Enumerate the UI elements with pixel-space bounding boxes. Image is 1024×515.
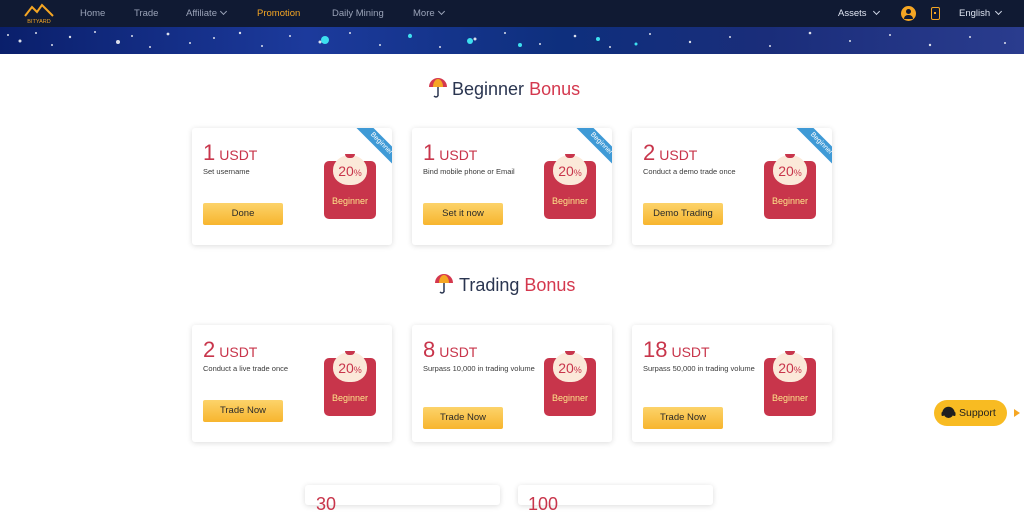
section-title-accent: Bonus <box>524 275 576 295</box>
support-label: Support <box>959 407 996 419</box>
sparkle-decoration <box>7 31 1006 48</box>
red-envelope-icon: 20% Beginner <box>764 351 816 416</box>
bonus-amount-value: 1 <box>423 140 436 165</box>
envelope-label: Beginner <box>331 196 369 206</box>
chevron-down-icon <box>872 7 880 16</box>
bonus-amount: 2 USDT <box>643 140 697 166</box>
language-selector[interactable]: English <box>959 0 1003 27</box>
bonus-amount-unit: USDT <box>219 147 258 163</box>
bonus-amount: 2 USDT <box>203 337 257 363</box>
bonus-amount-value: 8 <box>423 337 436 362</box>
bonus-card: 1 USDT Bind mobile phone or Email Set it … <box>412 128 612 245</box>
bonus-amount-value: 2 <box>643 140 656 165</box>
envelope-label: Beginner <box>771 393 809 403</box>
bonus-amount-partial: 100 <box>528 494 559 514</box>
bonus-description: Surpass 10,000 in trading volume <box>423 364 535 373</box>
red-envelope-icon: 20% Beginner <box>544 351 596 416</box>
bonus-amount-partial: 30 <box>316 494 337 514</box>
red-envelope-icon: 20% Beginner <box>544 154 596 219</box>
bonus-amount-unit: USDT <box>659 147 698 163</box>
assets-label: Assets <box>838 8 867 19</box>
demo-trading-button[interactable]: Demo Trading <box>643 203 723 225</box>
nav-promotion[interactable]: Promotion <box>257 0 300 27</box>
red-envelope-icon: 20% Beginner <box>324 351 376 416</box>
chevron-down-icon <box>219 7 228 16</box>
envelope-percent: 20% <box>778 163 802 179</box>
bonus-amount: 1 USDT <box>203 140 257 166</box>
section-title-main: Trading <box>459 275 520 295</box>
set-it-now-button[interactable]: Set it now <box>423 203 503 225</box>
nav-trade[interactable]: Trade <box>134 0 158 27</box>
bonus-amount-value: 2 <box>203 337 216 362</box>
section-title-trading: Trading Bonus <box>459 275 575 296</box>
chevron-down-icon <box>995 7 1003 16</box>
envelope-percent: 20% <box>558 360 582 376</box>
done-button[interactable]: Done <box>203 203 283 225</box>
envelope-label: Beginner <box>551 196 589 206</box>
bonus-amount: 8 USDT <box>423 337 477 363</box>
red-envelope-icon: 20% Beginner <box>324 154 376 219</box>
trade-now-button[interactable]: Trade Now <box>423 407 503 429</box>
umbrella-icon <box>429 78 447 98</box>
section-title-beginner: Beginner Bonus <box>452 79 580 100</box>
assets-menu[interactable]: Assets <box>838 0 880 27</box>
top-navbar: BITYARD Home Trade Affiliate Promotion D… <box>0 0 1024 27</box>
nav-daily-mining[interactable]: Daily Mining <box>332 0 384 27</box>
bonus-card: 1 USDT Set username Done 20% Beginner Beg… <box>192 128 392 245</box>
bonus-description: Conduct a live trade once <box>203 364 289 373</box>
headset-icon <box>941 406 956 418</box>
umbrella-icon <box>435 274 453 294</box>
section-title-main: Beginner <box>452 79 525 99</box>
bonus-amount-unit: USDT <box>671 344 710 360</box>
envelope-percent: 20% <box>778 360 802 376</box>
section-title-accent: Bonus <box>529 79 581 99</box>
envelope-percent: 20% <box>558 163 582 179</box>
red-envelope-icon: 20% Beginner <box>764 154 816 219</box>
nav-more-label: More <box>413 8 435 19</box>
nav-home[interactable]: Home <box>80 0 105 27</box>
bonus-amount-value: 18 <box>643 337 668 362</box>
bityard-logo[interactable]: BITYARD <box>22 2 56 25</box>
bonus-description: Bind mobile phone or Email <box>423 167 515 176</box>
chevron-down-icon <box>437 7 445 16</box>
mobile-app-icon[interactable] <box>931 7 940 20</box>
nav-affiliate[interactable]: Affiliate <box>186 0 228 27</box>
collapse-arrow-icon[interactable] <box>1014 409 1020 417</box>
bonus-amount-value: 1 <box>203 140 216 165</box>
bonus-card: 8 USDT Surpass 10,000 in trading volume T… <box>412 325 612 442</box>
user-avatar-icon[interactable] <box>901 6 916 21</box>
bonus-description: Surpass 50,000 in trading volume <box>643 364 755 373</box>
bonus-amount-unit: USDT <box>439 344 478 360</box>
promo-banner-strip <box>0 27 1024 54</box>
bonus-amount: 18 USDT <box>643 337 710 363</box>
bonus-card: 18 USDT Surpass 50,000 in trading volume … <box>632 325 832 442</box>
envelope-percent: 20% <box>338 163 362 179</box>
bonus-description: Set username <box>203 167 250 176</box>
nav-affiliate-label: Affiliate <box>186 8 217 19</box>
trade-now-button[interactable]: Trade Now <box>203 400 283 422</box>
bonus-amount-unit: USDT <box>439 147 478 163</box>
bonus-description: Conduct a demo trade once <box>643 167 736 176</box>
language-label: English <box>959 8 991 19</box>
envelope-label: Beginner <box>551 393 589 403</box>
trade-now-button[interactable]: Trade Now <box>643 407 723 429</box>
logo-text: BITYARD <box>27 19 50 25</box>
envelope-percent: 20% <box>338 360 362 376</box>
bonus-amount: 1 USDT <box>423 140 477 166</box>
bonus-card: 2 USDT Conduct a live trade once Trade No… <box>192 325 392 442</box>
bonus-amount-unit: USDT <box>219 344 258 360</box>
envelope-label: Beginner <box>771 196 809 206</box>
envelope-label: Beginner <box>331 393 369 403</box>
nav-more[interactable]: More <box>413 0 445 27</box>
bonus-card: 2 USDT Conduct a demo trade once Demo Tra… <box>632 128 832 245</box>
